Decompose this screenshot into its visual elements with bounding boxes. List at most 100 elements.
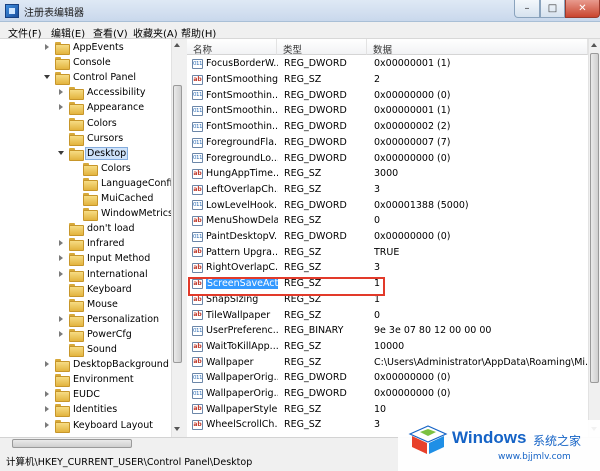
scroll-up-arrow-icon[interactable]	[174, 43, 180, 47]
tree-vertical-scrollbar[interactable]	[171, 39, 183, 437]
value-row[interactable]: 011 LowLevelHook... REG_DWORD 0x00001388 (5…	[187, 197, 588, 213]
registry-values-list[interactable]: 名称 类型 数据 011 FocusBorderW... REG_DWORD 0x00…	[187, 39, 600, 437]
value-type: REG_DWORD	[284, 121, 347, 133]
values-scroll-thumb[interactable]	[590, 53, 599, 383]
maximize-button[interactable]: □	[540, 0, 565, 18]
value-row[interactable]: ab HungAppTime... REG_SZ 3000	[187, 166, 588, 182]
tree-item[interactable]: PowerCfg	[58, 327, 133, 342]
column-header-type[interactable]: 类型	[277, 39, 367, 56]
menu-edit[interactable]: 编辑(E)	[51, 25, 85, 40]
tree-item[interactable]: Personalization	[58, 312, 160, 327]
tree-item[interactable]: Appearance	[58, 100, 145, 116]
value-data: 1	[374, 293, 381, 305]
value-row[interactable]: ab WallpaperStyle REG_SZ 10	[187, 401, 588, 417]
collapse-arrow-icon[interactable]	[44, 402, 51, 417]
registry-key-tree[interactable]: AppEvents Console Control Panel Accessibili…	[0, 39, 183, 437]
value-row[interactable]: ab Wallpaper REG_SZ C:\Users\Administrator\…	[187, 354, 588, 370]
tree-item-label: Desktop	[84, 146, 129, 160]
value-row[interactable]: 011 WallpaperOrig... REG_DWORD 0x00000000 (…	[187, 370, 588, 386]
value-row[interactable]: 011 ForegroundLo... REG_DWORD 0x00000000 (0…	[187, 150, 588, 166]
menu-help[interactable]: 帮助(H)	[181, 25, 216, 40]
value-row[interactable]: 011 UserPreferenc... REG_BINARY 9e 3e 07 80…	[187, 323, 588, 339]
value-type: REG_SZ	[284, 168, 322, 180]
value-row[interactable]: 011 FocusBorderW... REG_DWORD 0x00000001 (1…	[187, 56, 588, 72]
value-row[interactable]: 011 FontSmoothin... REG_DWORD 0x00000002 (2…	[187, 119, 588, 135]
collapse-arrow-icon[interactable]	[58, 236, 65, 251]
value-type: REG_DWORD	[284, 199, 347, 211]
window-title: 注册表编辑器	[24, 8, 84, 19]
collapse-arrow-icon[interactable]	[58, 251, 65, 266]
tree-item[interactable]: EUDC	[44, 387, 101, 403]
value-row[interactable]: ab RightOverlapC... REG_SZ 3	[187, 260, 588, 276]
tree-item[interactable]: LanguageConfig	[72, 176, 179, 191]
tree-item[interactable]: Cursors	[58, 131, 124, 146]
column-header-data[interactable]: 数据	[367, 39, 588, 56]
tree-item[interactable]: Keyboard Layout	[44, 418, 154, 433]
value-row[interactable]: ab FontSmoothing REG_SZ 2	[187, 72, 588, 88]
value-row[interactable]: 011 FontSmoothin... REG_DWORD 0x00000001 (1…	[187, 103, 588, 119]
tree-scroll-thumb[interactable]	[173, 85, 182, 363]
scroll-down-arrow-icon[interactable]	[174, 427, 180, 431]
tree-item-label: LanguageConfig	[101, 177, 179, 189]
value-row[interactable]: ab LeftOverlapCh... REG_SZ 3	[187, 182, 588, 198]
value-row[interactable]: 011 FontSmoothin... REG_DWORD 0x00000000 (0…	[187, 87, 588, 103]
tree-item[interactable]: Console	[44, 55, 112, 71]
tree-item[interactable]: AppEvents	[44, 40, 125, 55]
tree-item[interactable]: Desktop	[58, 146, 129, 161]
collapse-arrow-icon[interactable]	[44, 357, 51, 372]
value-row[interactable]: ab Pattern Upgra... REG_SZ TRUE	[187, 244, 588, 260]
value-data: 0x00000001 (1)	[374, 58, 451, 70]
tree-item[interactable]: Infrared	[58, 236, 125, 252]
value-type: REG_DWORD	[284, 152, 347, 164]
expand-arrow-icon[interactable]	[44, 70, 51, 85]
tree-item[interactable]: Mouse	[58, 297, 119, 312]
column-header-name[interactable]: 名称	[187, 39, 277, 56]
value-row[interactable]: ab TileWallpaper REG_SZ 0	[187, 307, 588, 323]
scroll-up-arrow-icon[interactable]	[591, 43, 597, 47]
tree-hscroll-thumb[interactable]	[12, 439, 132, 448]
tree-item[interactable]: Identities	[44, 402, 118, 418]
collapse-arrow-icon[interactable]	[44, 387, 51, 402]
tree-item[interactable]: Colors	[72, 161, 132, 176]
value-row[interactable]: 011 PaintDesktopV... REG_DWORD 0x00000000 (…	[187, 229, 588, 245]
value-row[interactable]: 011 ForegroundFla... REG_DWORD 0x00000007 (…	[187, 135, 588, 151]
tree-item[interactable]: International	[58, 267, 149, 282]
folder-icon	[69, 147, 84, 161]
windows-logo-icon	[408, 425, 448, 454]
tree-item[interactable]: Keyboard	[58, 282, 133, 297]
menu-file[interactable]: 文件(F)	[8, 25, 42, 40]
value-data: 0	[374, 215, 381, 227]
tree-item[interactable]: Environment	[44, 372, 135, 388]
collapse-arrow-icon[interactable]	[58, 85, 65, 100]
value-row[interactable]: ab MenuShowDelay REG_SZ 0	[187, 213, 588, 229]
value-type: REG_DWORD	[284, 388, 347, 400]
collapse-arrow-icon[interactable]	[58, 267, 65, 282]
value-row[interactable]: ab WaitToKillApp... REG_SZ 10000	[187, 339, 588, 355]
values-vertical-scrollbar[interactable]	[588, 39, 600, 437]
tree-item[interactable]: MuiCached	[72, 191, 154, 206]
tree-item[interactable]: WindowMetrics	[72, 206, 174, 222]
tree-item[interactable]: Input Method	[58, 251, 151, 267]
tree-item[interactable]: Colors	[58, 116, 118, 131]
value-type: REG_SZ	[284, 356, 322, 368]
menu-favorites[interactable]: 收藏夹(A)	[133, 25, 178, 40]
tree-item[interactable]: don't load	[58, 221, 136, 237]
expand-arrow-icon[interactable]	[58, 146, 65, 161]
collapse-arrow-icon	[58, 131, 65, 146]
value-row[interactable]: 011 WallpaperOrig... REG_DWORD 0x00000000 (…	[187, 386, 588, 402]
collapse-arrow-icon[interactable]	[58, 312, 65, 327]
menu-view[interactable]: 查看(V)	[93, 25, 128, 40]
minimize-button[interactable]: –	[514, 0, 540, 18]
close-button[interactable]: ✕	[565, 0, 600, 18]
tree-item[interactable]: Control Panel	[44, 70, 137, 86]
tree-item-label: Personalization	[87, 313, 160, 325]
collapse-arrow-icon[interactable]	[58, 327, 65, 342]
collapse-arrow-icon[interactable]	[44, 418, 51, 433]
collapse-arrow-icon[interactable]	[44, 40, 51, 55]
tree-horizontal-scrollbar[interactable]	[0, 438, 183, 450]
tree-item[interactable]: Sound	[58, 342, 118, 357]
folder-icon	[55, 389, 70, 403]
tree-item[interactable]: DesktopBackground	[44, 357, 170, 373]
collapse-arrow-icon[interactable]	[58, 100, 65, 115]
tree-item[interactable]: Accessibility	[58, 85, 146, 101]
